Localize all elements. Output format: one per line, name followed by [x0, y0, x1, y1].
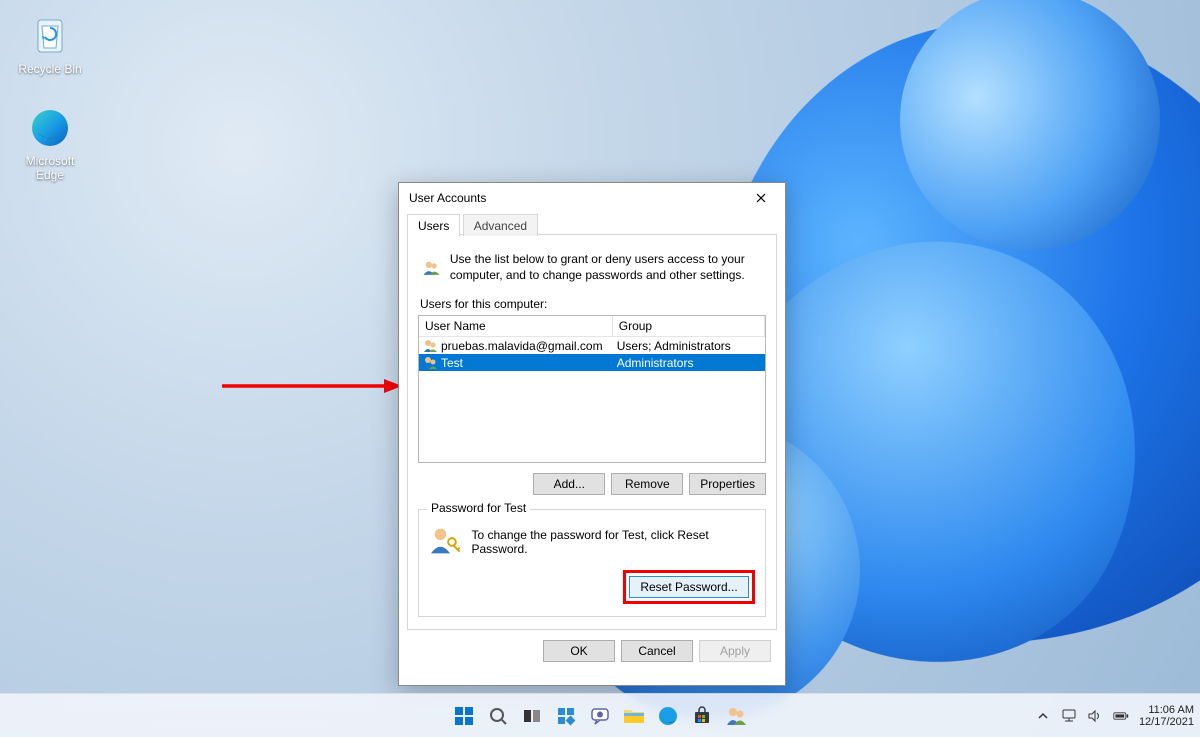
- tab-users[interactable]: Users: [407, 214, 460, 236]
- user-accounts-dialog: User Accounts Users Advanced: [398, 182, 786, 686]
- desktop-icon-edge[interactable]: Microsoft Edge: [12, 106, 88, 182]
- user-icon: [423, 339, 437, 353]
- user-name-cell: pruebas.malavida@gmail.com: [441, 339, 603, 353]
- file-explorer-button[interactable]: [620, 702, 648, 730]
- ok-button[interactable]: OK: [543, 640, 615, 662]
- tab-advanced[interactable]: Advanced: [463, 214, 538, 236]
- intro-row: Use the list below to grant or deny user…: [418, 245, 766, 295]
- user-accounts-taskbar-button[interactable]: [722, 702, 750, 730]
- column-group[interactable]: Group: [613, 316, 765, 336]
- battery-tray-button[interactable]: [1113, 708, 1129, 724]
- password-groupbox-legend: Password for Test: [427, 501, 530, 515]
- windows-logo-icon: [453, 705, 475, 727]
- user-group-cell: Users; Administrators: [617, 339, 731, 353]
- tab-bar: Users Advanced: [407, 213, 777, 235]
- listview-header[interactable]: User Name Group: [419, 316, 765, 337]
- search-button[interactable]: [484, 702, 512, 730]
- search-icon: [488, 706, 508, 726]
- volume-tray-button[interactable]: [1087, 708, 1103, 724]
- password-text: To change the password for Test, click R…: [472, 528, 756, 556]
- task-view-icon: [522, 706, 542, 726]
- remove-button[interactable]: Remove: [611, 473, 683, 495]
- chat-icon: [590, 706, 610, 726]
- speaker-icon: [1087, 709, 1103, 723]
- user-row[interactable]: pruebas.malavida@gmail.com Users; Admini…: [419, 337, 765, 354]
- store-icon: [692, 706, 712, 726]
- edge-icon: [658, 706, 678, 726]
- user-action-buttons: Add... Remove Properties: [418, 473, 766, 495]
- start-button[interactable]: [450, 702, 478, 730]
- time-text: 11:06 AM: [1148, 704, 1194, 716]
- system-tray[interactable]: 11:06 AM 12/17/2021: [1035, 694, 1194, 737]
- desktop-icon-recycle-bin[interactable]: Recycle Bin: [12, 14, 88, 76]
- annotation-highlight: Reset Password...: [623, 570, 755, 604]
- battery-icon: [1113, 710, 1129, 722]
- apply-button: Apply: [699, 640, 771, 662]
- dialog-title: User Accounts: [409, 191, 486, 205]
- reset-password-button[interactable]: Reset Password...: [629, 576, 749, 598]
- intro-text: Use the list below to grant or deny user…: [450, 251, 762, 283]
- chat-button[interactable]: [586, 702, 614, 730]
- edge-icon: [28, 106, 72, 150]
- network-icon: [1061, 709, 1077, 723]
- titlebar[interactable]: User Accounts: [399, 183, 785, 213]
- network-tray-button[interactable]: [1061, 708, 1077, 724]
- user-row-selected[interactable]: Test Administrators: [419, 354, 765, 371]
- widgets-icon: [556, 706, 576, 726]
- users-list-label: Users for this computer:: [420, 297, 766, 311]
- tab-panel-users: Use the list below to grant or deny user…: [407, 235, 777, 630]
- users-icon: [725, 705, 747, 727]
- desktop: Recycle Bin Microsoft Edge User Accounts: [0, 0, 1200, 737]
- users-listview[interactable]: User Name Group pruebas.malavida@gmail.c…: [418, 315, 766, 463]
- users-icon: [422, 251, 440, 285]
- close-icon: [756, 193, 766, 203]
- user-group-cell: Administrators: [617, 356, 694, 370]
- task-view-button[interactable]: [518, 702, 546, 730]
- properties-button[interactable]: Properties: [689, 473, 766, 495]
- tab-container: Users Advanced Use the list below to gra…: [407, 213, 777, 630]
- user-name-cell: Test: [441, 356, 463, 370]
- widgets-button[interactable]: [552, 702, 580, 730]
- chevron-up-icon: [1038, 711, 1048, 721]
- edge-taskbar-button[interactable]: [654, 702, 682, 730]
- annotation-arrow: [222, 376, 402, 396]
- user-icon: [423, 356, 437, 370]
- add-button[interactable]: Add...: [533, 473, 605, 495]
- date-text: 12/17/2021: [1139, 716, 1194, 728]
- key-user-icon: [429, 524, 462, 558]
- close-button[interactable]: [739, 184, 783, 212]
- dialog-footer: OK Cancel Apply: [399, 630, 785, 674]
- tray-overflow-button[interactable]: [1035, 708, 1051, 724]
- column-user-name[interactable]: User Name: [419, 316, 613, 336]
- taskbar-center: [450, 694, 750, 737]
- desktop-icon-label: Recycle Bin: [12, 62, 88, 76]
- clock[interactable]: 11:06 AM 12/17/2021: [1139, 704, 1194, 728]
- store-button[interactable]: [688, 702, 716, 730]
- recycle-bin-icon: [28, 14, 72, 58]
- folder-icon: [623, 706, 645, 726]
- desktop-icon-label: Microsoft Edge: [12, 154, 88, 182]
- password-groupbox: Password for Test To change the password…: [418, 509, 766, 617]
- taskbar[interactable]: 11:06 AM 12/17/2021: [0, 693, 1200, 737]
- cancel-button[interactable]: Cancel: [621, 640, 693, 662]
